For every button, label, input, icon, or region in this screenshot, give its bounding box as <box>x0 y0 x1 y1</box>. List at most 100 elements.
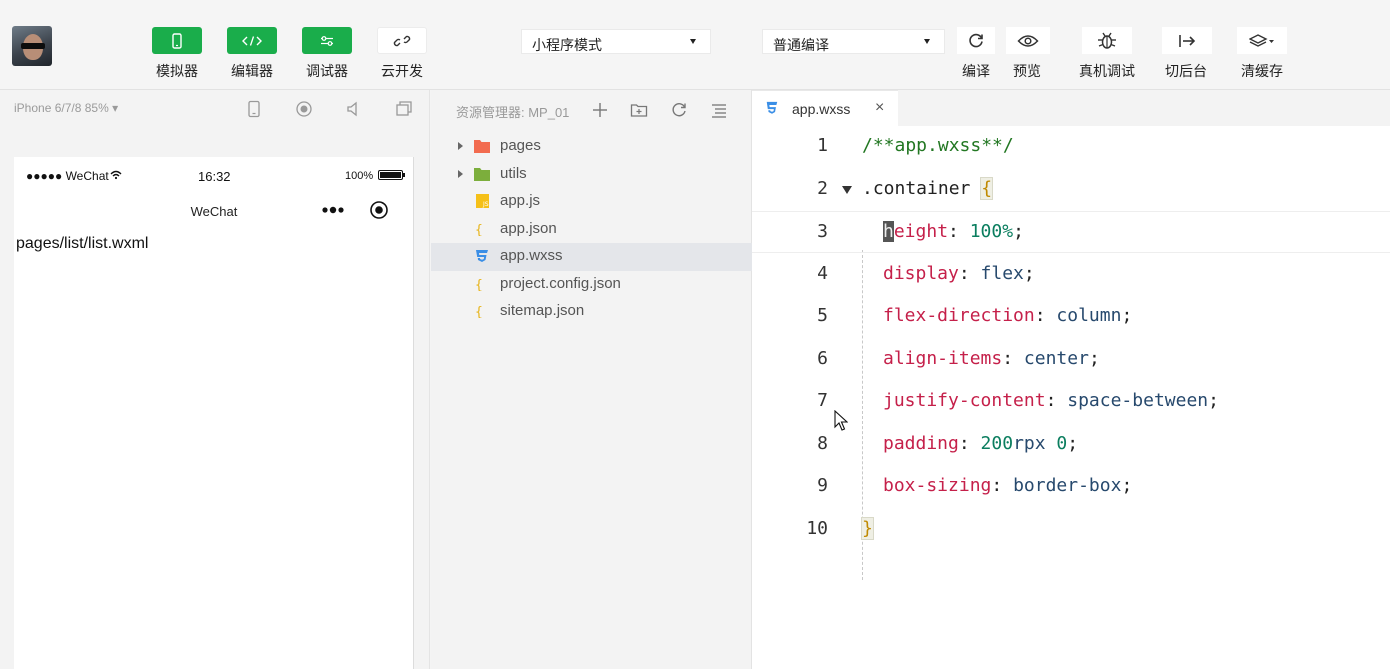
layers-icon <box>1249 33 1274 47</box>
remote-debug-button[interactable]: 真机调试 <box>1076 27 1138 81</box>
code-text: padding: 200rpx 0; <box>883 432 1079 454</box>
sliders-icon <box>321 35 333 46</box>
eye-icon <box>1017 34 1039 47</box>
collapse-all-icon[interactable] <box>710 101 728 119</box>
tree-item-label: app.wxss <box>500 247 563 264</box>
code-line[interactable]: 1 /**app.wxss**/ <box>752 126 1390 168</box>
background-arrow-icon <box>1179 34 1196 47</box>
tree-item-project-config[interactable]: { } project.config.json <box>431 271 752 299</box>
tree-item-app-json[interactable]: { } app.json <box>431 216 752 244</box>
debugger-toggle-button[interactable]: 调试器 <box>302 27 352 81</box>
css-value: column <box>1056 305 1122 326</box>
editor-label: 编辑器 <box>231 63 273 79</box>
css-value: flex <box>980 262 1024 284</box>
add-file-icon[interactable] <box>591 101 609 119</box>
code-line[interactable]: 5 flex-direction: column; <box>752 296 1390 338</box>
tab-app-wxss[interactable]: app.wxss × <box>752 90 898 126</box>
user-avatar[interactable] <box>12 26 52 66</box>
debugger-label: 调试器 <box>306 63 348 79</box>
device-select[interactable]: iPhone 6/7/8 85% ▾ <box>14 101 118 115</box>
code-area[interactable]: 1 /**app.wxss**/ 2 .container { 3 height… <box>752 126 1390 669</box>
chevron-down-icon <box>924 39 930 44</box>
js-file-icon: JS <box>476 194 489 208</box>
add-folder-icon[interactable] <box>630 101 648 119</box>
preview-button[interactable]: 预览 <box>1006 27 1050 81</box>
tree-item-pages[interactable]: pages <box>431 133 752 161</box>
code-line-current[interactable]: 3 height: 100%; <box>752 211 1390 253</box>
fold-toggle-icon[interactable] <box>842 185 852 194</box>
phone-status-bar: ●●●●● WeChat 16:32 100% <box>14 157 414 184</box>
code-comment: /**app.wxss**/ <box>862 135 1014 156</box>
refresh-icon[interactable] <box>670 101 688 119</box>
cloud-link-icon <box>393 35 411 46</box>
css-selector: .container <box>862 177 982 199</box>
tree-item-label: pages <box>500 137 541 154</box>
code-text: .container { <box>862 176 994 200</box>
record-icon[interactable] <box>295 100 313 118</box>
mode-select[interactable]: 小程序模式 <box>521 29 711 54</box>
code-icon <box>242 35 262 46</box>
compile-label: 编译 <box>962 63 990 79</box>
simulator-panel: iPhone 6/7/8 85% ▾ ●●●●● WeChat 16:32 10… <box>0 90 430 669</box>
popout-window-icon[interactable] <box>395 100 413 118</box>
volume-icon[interactable] <box>345 100 363 118</box>
remote-debug-label: 真机调试 <box>1079 63 1135 79</box>
code-text: flex-direction: column; <box>883 305 1133 326</box>
code-line[interactable]: 4 display: flex; <box>752 254 1390 296</box>
css-file-icon <box>476 250 488 262</box>
line-number: 1 <box>817 135 828 156</box>
close-icon[interactable]: × <box>875 99 884 117</box>
css-value: border-box <box>1013 475 1122 496</box>
json-file-icon: { } <box>475 278 490 291</box>
more-dots-icon[interactable] <box>321 206 347 214</box>
simulator-label: 模拟器 <box>156 63 198 79</box>
tree-item-label: app.json <box>500 219 557 237</box>
preview-label: 预览 <box>1013 63 1041 79</box>
css-value: 100% <box>969 221 1014 242</box>
phone-screen[interactable]: ●●●●● WeChat 16:32 100% WeChat pages/lis… <box>14 157 414 669</box>
code-line[interactable]: 6 align-items: center; <box>752 339 1390 381</box>
svg-text:{ }: { } <box>475 305 490 318</box>
folder-icon <box>474 167 490 181</box>
css-property: display <box>883 262 959 284</box>
file-explorer: 资源管理器: MP_01 pages utils JS app.js {app… <box>431 90 752 669</box>
tree-item-label: sitemap.json <box>500 302 585 319</box>
tree-item-app-js[interactable]: JS app.js <box>431 188 752 216</box>
code-text: } <box>861 516 874 540</box>
editor-tab-bar: app.wxss × <box>752 90 1390 126</box>
battery-icon <box>378 170 405 180</box>
cloud-dev-label: 云开发 <box>381 63 423 79</box>
clear-cache-button[interactable]: 清缓存 <box>1237 27 1287 81</box>
chevron-right-icon[interactable] <box>458 142 463 150</box>
css-value: center <box>1023 347 1089 369</box>
code-line[interactable]: 10 } <box>752 509 1390 551</box>
editor-toggle-button[interactable]: 编辑器 <box>227 27 277 81</box>
line-number: 4 <box>817 262 828 284</box>
chevron-right-icon[interactable] <box>458 169 463 178</box>
background-button[interactable]: 切后台 <box>1162 27 1212 81</box>
code-text: display: flex; <box>883 262 1035 284</box>
code-line[interactable]: 2 .container { <box>752 169 1390 211</box>
line-number: 7 <box>817 390 828 411</box>
compile-mode-select[interactable]: 普通编译 <box>762 29 945 54</box>
folder-icon <box>474 140 490 153</box>
signal-carrier: ●●●●● WeChat <box>26 169 109 183</box>
phone-rotate-icon[interactable] <box>245 100 263 118</box>
text-cursor: h <box>883 221 894 242</box>
tree-item-utils[interactable]: utils <box>431 161 752 189</box>
line-number: 2 <box>817 177 828 199</box>
css-property: flex-direction <box>883 305 1035 326</box>
close-brace: } <box>861 516 874 540</box>
cloud-dev-button[interactable]: 云开发 <box>377 27 427 81</box>
simulator-toggle-button[interactable]: 模拟器 <box>152 27 202 81</box>
devtools-window: 模拟器 编辑器 调试器 云开发 小程序模式 普通编译 编译 预览 真机调试 切后… <box>0 0 1390 669</box>
explorer-title: 资源管理器: MP_01 <box>456 105 570 120</box>
tree-item-app-wxss[interactable]: app.wxss <box>431 243 752 271</box>
tree-item-sitemap[interactable]: { } sitemap.json <box>431 298 752 326</box>
css-property: eight <box>893 221 949 242</box>
code-editor: app.wxss × 1 /**app.wxss**/ 2 .container… <box>752 90 1390 669</box>
code-line[interactable]: 9 box-sizing: border-box; <box>752 466 1390 508</box>
open-brace: { <box>980 176 994 200</box>
capsule-close-icon[interactable] <box>369 200 389 220</box>
compile-button[interactable]: 编译 <box>956 27 996 81</box>
